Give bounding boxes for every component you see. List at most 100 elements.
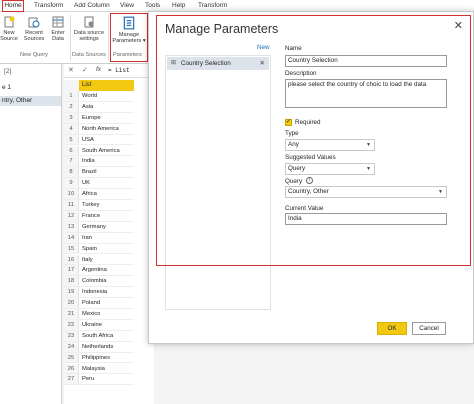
row-number: 7 xyxy=(64,156,79,167)
cell-value: Malaysia xyxy=(82,365,105,372)
table-row[interactable]: 14 Iran xyxy=(64,232,134,244)
tab-view[interactable]: View xyxy=(120,2,134,9)
row-number: 6 xyxy=(64,145,79,156)
tab-help[interactable]: Help xyxy=(172,2,185,9)
table-row[interactable]: 17 Argentina xyxy=(64,265,134,277)
tab-transform[interactable]: Transform xyxy=(34,2,63,9)
tab-add-column[interactable]: Add Column xyxy=(74,2,110,9)
grid-header-row: List xyxy=(64,80,134,91)
cell-value: North America xyxy=(82,125,119,132)
data-source-settings-icon xyxy=(84,16,94,28)
recent-sources-icon xyxy=(28,17,40,28)
table-row[interactable]: 9 UK xyxy=(64,178,134,190)
data-source-settings-button[interactable]: Data source settings xyxy=(73,16,105,43)
cell-value: Europe xyxy=(82,114,101,121)
table-row[interactable]: 5 USA xyxy=(64,134,134,146)
tab-transform-context[interactable]: Transform xyxy=(198,2,227,9)
cancel-button[interactable]: Cancel xyxy=(412,322,446,335)
row-number: 25 xyxy=(64,352,79,363)
data-source-settings-label: Data source settings xyxy=(73,30,105,43)
cell-value: France xyxy=(82,212,101,219)
table-row[interactable]: 7 India xyxy=(64,156,134,168)
recent-sources-label: Recent Sources xyxy=(23,30,45,43)
row-number: 3 xyxy=(64,112,79,123)
manage-parameters-label: Manage Parameters xyxy=(112,32,142,45)
table-row[interactable]: 12 France xyxy=(64,210,134,222)
table-row[interactable]: 18 Colombia xyxy=(64,276,134,288)
fx-icon: fx xyxy=(96,66,102,73)
formula-input[interactable]: = List xyxy=(108,67,130,74)
check-icon[interactable]: ✓ xyxy=(82,66,88,74)
table-row[interactable]: 8 Brazil xyxy=(64,167,134,179)
cell-value: Africa xyxy=(82,191,97,198)
new-source-label: New Source xyxy=(0,30,18,43)
row-number: 8 xyxy=(64,167,79,178)
cell-value: Netherlands xyxy=(82,343,114,350)
row-number: 11 xyxy=(64,200,79,210)
row-number: 2 xyxy=(64,101,79,112)
row-number: 16 xyxy=(64,254,79,265)
table-row[interactable]: 25 Philippines xyxy=(64,352,134,364)
table-row[interactable]: 26 Malaysia xyxy=(64,363,134,375)
table-row[interactable]: 15 Spain xyxy=(64,243,134,255)
table-row[interactable]: 22 Ukraine xyxy=(64,319,134,331)
cell-value: India xyxy=(82,158,95,165)
cell-value: Indonesia xyxy=(82,289,108,296)
cell-value: USA xyxy=(82,136,94,143)
cell-value: Asia xyxy=(82,103,94,110)
table-row[interactable]: 1 World xyxy=(64,91,134,102)
recent-sources-button[interactable]: Recent Sources xyxy=(22,16,46,43)
table-row[interactable]: 2 Asia xyxy=(64,101,134,113)
table-row[interactable]: 16 Italy xyxy=(64,254,134,266)
close-icon[interactable]: ✕ xyxy=(68,66,74,74)
row-number: 9 xyxy=(64,178,79,189)
table-row[interactable]: 27 Peru xyxy=(64,374,134,386)
enter-data-button[interactable]: Enter Data xyxy=(48,16,68,43)
manage-parameters-button[interactable]: Manage Parameters ▾ xyxy=(111,16,147,45)
ok-button[interactable]: OK xyxy=(377,322,407,335)
cell-value: South Africa xyxy=(82,332,114,339)
table-row[interactable]: 20 Poland xyxy=(64,298,134,309)
cell-value: Philippines xyxy=(82,354,111,361)
table-row[interactable]: 11 Turkey xyxy=(64,200,134,211)
tab-home[interactable]: Home xyxy=(2,0,24,12)
table-row[interactable]: 24 Netherlands xyxy=(64,341,134,353)
row-number: 21 xyxy=(64,309,79,319)
new-source-button[interactable]: New Source xyxy=(0,16,18,43)
row-number: 26 xyxy=(64,363,79,374)
table-row[interactable]: 21 Mexico xyxy=(64,309,134,320)
cell-value: Spain xyxy=(82,245,97,252)
group-data-sources: Data Sources xyxy=(72,52,106,58)
row-number: 15 xyxy=(64,243,79,254)
tab-tools[interactable]: Tools xyxy=(145,2,160,9)
table-row[interactable]: 6 South America xyxy=(64,145,134,157)
row-number: 23 xyxy=(64,330,79,341)
new-source-icon xyxy=(4,16,15,28)
cell-value: Italy xyxy=(82,256,93,263)
row-number: 1 xyxy=(64,91,79,101)
table-row[interactable]: 10 Africa xyxy=(64,189,134,200)
row-number: 13 xyxy=(64,221,79,232)
ribbon-separator xyxy=(70,15,71,61)
chevron-down-icon: ▾ xyxy=(142,38,146,45)
table-row[interactable]: 13 Germany xyxy=(64,221,134,233)
row-number: 5 xyxy=(64,134,79,145)
column-header-list[interactable]: List xyxy=(79,80,134,91)
row-number: 27 xyxy=(64,374,79,385)
row-number: 20 xyxy=(64,298,79,308)
cell-value: Poland xyxy=(82,300,101,307)
table-row[interactable]: 4 North America xyxy=(64,123,134,135)
ribbon-separator xyxy=(108,15,109,61)
query-item[interactable]: e 1 xyxy=(2,84,11,91)
table-row[interactable]: 23 South Africa xyxy=(64,330,134,342)
query-count: [2] xyxy=(4,68,12,75)
row-number: 22 xyxy=(64,319,79,330)
table-row[interactable]: 19 Indonesia xyxy=(64,287,134,299)
row-number: 10 xyxy=(64,189,79,199)
formula-bar: ✕ ✓ fx = List xyxy=(64,64,154,78)
query-item-selected[interactable]: ntry, Other xyxy=(0,96,61,106)
group-new-query: New Query xyxy=(20,52,48,58)
query-item-label: ntry, Other xyxy=(2,97,33,104)
table-row[interactable]: 3 Europe xyxy=(64,112,134,124)
row-number: 19 xyxy=(64,287,79,298)
